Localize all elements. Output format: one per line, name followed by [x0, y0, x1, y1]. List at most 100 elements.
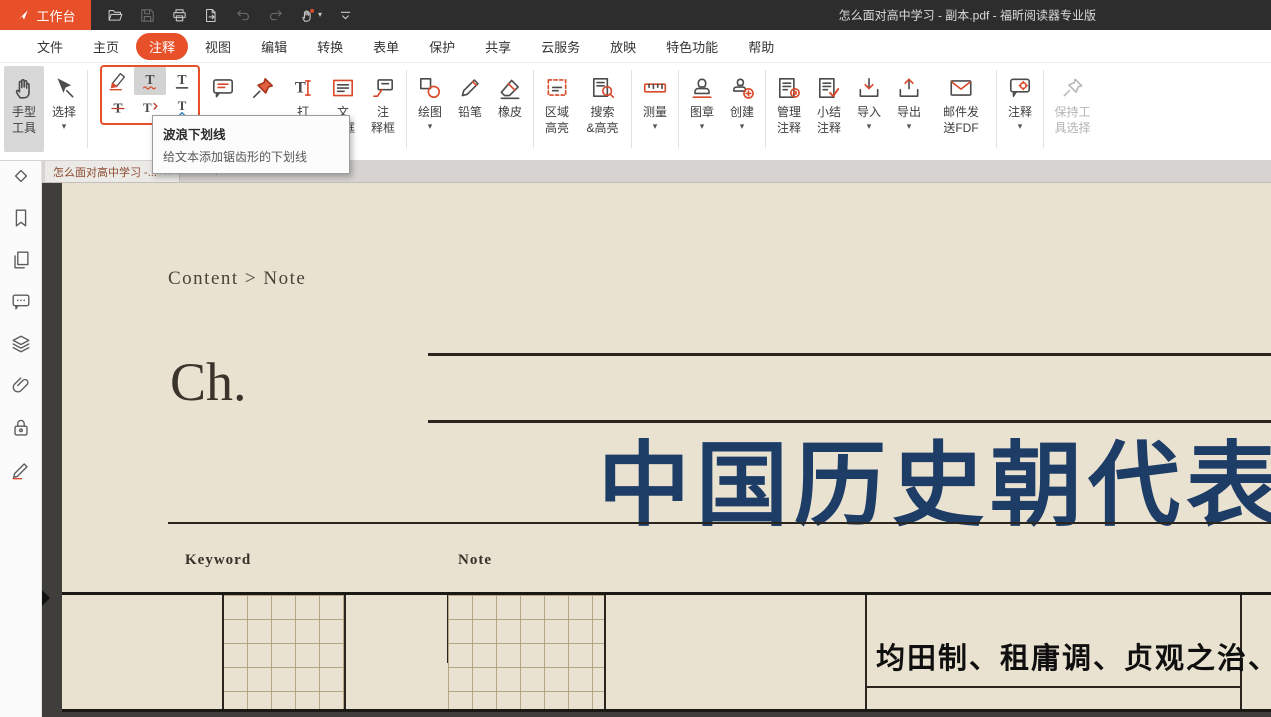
underline-tool[interactable]: T — [166, 67, 198, 95]
email-fdf-tool-label: 邮件发 — [943, 105, 979, 121]
menu-item-8[interactable]: 共享 — [472, 33, 524, 60]
shapes-icon — [417, 71, 443, 105]
quick-hand-tool-icon[interactable]: ▾ — [299, 7, 322, 24]
stamp-tool[interactable]: 图章▾ — [682, 66, 722, 152]
pencil-icon — [457, 71, 483, 105]
layers-panel-icon[interactable] — [10, 333, 32, 355]
hand-tool[interactable]: 手型工具 — [4, 66, 44, 152]
dropdown-caret-icon: ▾ — [740, 121, 745, 131]
workspace-label: 工作台 — [36, 6, 75, 25]
bookmarks-panel-icon[interactable] — [10, 207, 32, 229]
export-comments-tool-label: 导出 — [897, 105, 921, 121]
print-icon[interactable] — [171, 7, 188, 24]
squiggly-underline-tool[interactable]: T — [134, 67, 166, 95]
area-highlight-tool-label: 高亮 — [545, 121, 569, 137]
search-and-highlight-tool-label: &高亮 — [586, 121, 618, 137]
menu-item-7[interactable]: 保护 — [416, 33, 468, 60]
separator — [406, 70, 407, 148]
dropdown-caret-icon: ▾ — [907, 121, 912, 131]
area-highlight-tool[interactable]: 区域高亮 — [537, 66, 577, 152]
dropdown-caret-icon: ▾ — [867, 121, 872, 131]
manage-comments-tool-label: 注释 — [777, 121, 801, 137]
keep-tool-selected-label: 具选择 — [1054, 121, 1090, 137]
ribbon-annotation-tab: 手型工具选择▾T打字机文本框注释框绘图▾铅笔橡皮区域高亮搜索&高亮测量▾图章▾创… — [0, 63, 1271, 161]
menu-item-1[interactable]: 主页 — [80, 33, 132, 60]
save-icon — [139, 7, 156, 24]
page-title: 中国历史朝代表 — [598, 411, 1271, 544]
measure-tool-label: 测量 — [643, 105, 667, 121]
separator — [678, 70, 679, 148]
menu-item-12[interactable]: 帮助 — [735, 33, 787, 60]
page-thumbnails-panel-icon[interactable] — [10, 249, 32, 271]
open-file-icon[interactable] — [107, 7, 124, 24]
panel-expand-handle[interactable] — [42, 590, 50, 606]
svg-text:T: T — [143, 101, 152, 115]
email-fdf-tool[interactable]: 邮件发送FDF — [929, 66, 993, 152]
summarize-comments-tool[interactable]: 小结注释 — [809, 66, 849, 152]
keep-tool-selected-label: 保持工 — [1054, 105, 1090, 121]
separator — [765, 70, 766, 148]
tooltip: 波浪下划线 给文本添加锯齿形的下划线 — [152, 115, 350, 174]
select-icon — [51, 71, 77, 105]
strikeout-tool[interactable]: T — [102, 95, 134, 123]
dropdown-caret-icon: ▾ — [700, 121, 705, 131]
signature-panel-icon[interactable] — [10, 459, 32, 481]
export-document-icon[interactable] — [203, 7, 220, 24]
select-annotation-tool-label: 选择 — [52, 105, 76, 121]
manage-comments-tool[interactable]: 管理注释 — [769, 66, 809, 152]
callout-tool[interactable]: 注释框 — [363, 66, 403, 152]
dropdown-caret-icon: ▾ — [62, 121, 67, 131]
drawing-tool[interactable]: 绘图▾ — [410, 66, 450, 152]
highlight-tool[interactable] — [102, 67, 134, 95]
menu-item-10[interactable]: 放映 — [597, 33, 649, 60]
manage-comments-tool-label: 管理 — [777, 105, 801, 121]
menu-item-6[interactable]: 表单 — [360, 33, 412, 60]
grid-cell — [223, 595, 344, 709]
create-icon — [729, 71, 755, 105]
table-column-line — [865, 595, 867, 709]
import-comments-tool[interactable]: 导入▾ — [849, 66, 889, 152]
menu-item-2[interactable]: 注释 — [136, 33, 188, 60]
keep-pin-icon — [1060, 71, 1086, 105]
attachments-panel-icon[interactable] — [10, 375, 32, 397]
pdf-page: Content > Note Ch. 中国历史朝代表 Keyword Note … — [62, 183, 1271, 712]
customize-toolbar-icon[interactable] — [337, 7, 354, 24]
keep-tool-selected: 保持工具选择 — [1047, 66, 1098, 152]
svg-text:T: T — [295, 78, 306, 96]
security-panel-icon[interactable] — [10, 417, 32, 439]
area-highlight-icon — [544, 71, 570, 105]
import-comments-tool-label: 导入 — [857, 105, 881, 121]
comment-settings-tool[interactable]: 注释▾ — [1000, 66, 1040, 152]
separator — [87, 70, 88, 148]
annotations-panel-icon[interactable] — [10, 165, 32, 187]
svg-text:T: T — [178, 99, 187, 113]
create-stamp-tool[interactable]: 创建▾ — [722, 66, 762, 152]
comment-gear-icon — [1007, 71, 1033, 105]
menu-item-4[interactable]: 编辑 — [248, 33, 300, 60]
comments-panel-icon[interactable] — [10, 291, 32, 313]
workspace-button[interactable]: 工作台 — [0, 0, 91, 30]
menu-item-0[interactable]: 文件 — [24, 33, 76, 60]
undo-icon — [235, 7, 252, 24]
menu-item-9[interactable]: 云服务 — [528, 33, 593, 60]
note-column-header: Note — [458, 552, 492, 569]
foxit-logo-icon — [15, 7, 31, 23]
menu-item-3[interactable]: 视图 — [192, 33, 244, 60]
export-comments-tool[interactable]: 导出▾ — [889, 66, 929, 152]
keyword-column-header: Keyword — [185, 552, 251, 569]
callout-icon — [370, 71, 396, 105]
main-area: 怎么面对高中学习 -... × + Content > Note Ch. 中国历… — [0, 161, 1271, 717]
menu-item-5[interactable]: 转换 — [304, 33, 356, 60]
dropdown-caret-icon: ▾ — [653, 121, 658, 131]
search-and-highlight-tool[interactable]: 搜索&高亮 — [577, 66, 628, 152]
menu-item-11[interactable]: 特色功能 — [653, 33, 731, 60]
select-annotation-tool[interactable]: 选择▾ — [44, 66, 84, 152]
callout-tool-label: 注 — [377, 105, 389, 121]
measure-tool[interactable]: 测量▾ — [635, 66, 675, 152]
eraser-tool[interactable]: 橡皮 — [490, 66, 530, 152]
menu-bar: 文件主页注释视图编辑转换表单保护共享云服务放映特色功能帮助 — [0, 30, 1271, 63]
table-column-line — [344, 595, 346, 709]
dropdown-caret-icon[interactable]: ▾ — [318, 11, 322, 19]
pencil-tool[interactable]: 铅笔 — [450, 66, 490, 152]
table-column-line — [222, 595, 224, 709]
